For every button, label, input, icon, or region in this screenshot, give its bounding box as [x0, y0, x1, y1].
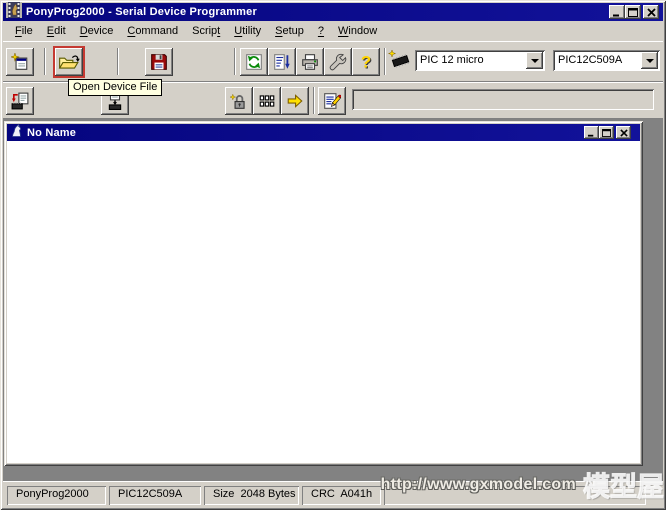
menu-label: F	[15, 25, 22, 37]
save-file-icon	[151, 54, 167, 70]
title-bar: PonyProg2000 - Serial Device Programmer	[3, 1, 663, 23]
reload-button[interactable]	[240, 48, 268, 76]
help-icon: ? ?	[361, 53, 372, 71]
toolbar-separator	[313, 87, 315, 114]
chevron-down-icon	[530, 58, 539, 67]
device-family-combo[interactable]: PIC 12 micro	[415, 50, 545, 71]
device-family-value: PIC 12 micro	[420, 54, 484, 66]
menu-label: U	[234, 25, 243, 37]
maximize-button[interactable]	[625, 5, 641, 19]
close-button[interactable]	[643, 5, 659, 19]
child-title-bar: No Name	[7, 123, 640, 143]
menu-file[interactable]: File	[8, 23, 40, 39]
status-device-name: PIC12C509A	[109, 486, 201, 505]
chevron-down-icon	[645, 58, 654, 67]
menu-device[interactable]: Device	[73, 23, 121, 39]
menu-label: t	[217, 25, 221, 37]
edit-script-icon	[324, 93, 341, 109]
status-filler	[384, 486, 646, 505]
minimize-button[interactable]	[609, 5, 625, 19]
menu-label: etup	[282, 25, 304, 37]
window-controls	[609, 5, 659, 19]
help-button[interactable]: ? ?	[352, 48, 380, 76]
menu-label: tility	[242, 25, 262, 37]
new-window-button[interactable]	[6, 48, 34, 76]
dip-switches-icon	[259, 95, 275, 107]
security-bits-button[interactable]	[225, 87, 253, 115]
read-device-button[interactable]	[6, 87, 34, 115]
menu-label: ile	[21, 25, 33, 37]
menu-label: D	[79, 25, 88, 37]
setup-button[interactable]	[324, 48, 352, 76]
status-bar: PonyProg2000 PIC12C509A Size 2048 Bytes …	[3, 481, 663, 507]
menu-label: E	[46, 25, 55, 37]
menu-help[interactable]: ?	[311, 23, 331, 39]
toolbar-separator	[117, 48, 119, 75]
child-minimize-button[interactable]	[584, 126, 599, 139]
menu-label: dit	[54, 25, 66, 37]
lock-icon	[230, 93, 245, 109]
print-button[interactable]	[296, 48, 324, 76]
child-maximize-button[interactable]	[599, 126, 614, 139]
reload-icon	[246, 54, 262, 70]
device-family-dropdown-button[interactable]	[526, 52, 543, 69]
menu-bar: File Edit Device Command Script Utility …	[3, 21, 663, 41]
child-window-controls	[584, 126, 631, 139]
svg-text:?: ?	[361, 53, 371, 71]
read-device-icon	[11, 92, 29, 110]
toolbar-separator	[234, 48, 236, 75]
status-app-name: PonyProg2000	[7, 486, 106, 505]
sort-list-icon	[274, 54, 290, 70]
toolbar-main: ? ? PIC 12 micro PIC12C509A	[3, 41, 663, 82]
ponyprog-window: PonyProg2000 - Serial Device Programmer …	[0, 0, 666, 510]
menu-label: evice	[87, 25, 114, 37]
menu-label: Scrip	[192, 25, 218, 37]
device-type-combo[interactable]: PIC12C509A	[553, 50, 660, 71]
program-all-button[interactable]	[281, 87, 309, 115]
progress-bar	[352, 89, 654, 110]
child-window-title: No Name	[27, 126, 77, 139]
child-close-button[interactable]	[616, 126, 631, 139]
programmer-chip-icon	[388, 50, 412, 70]
buffer-editor-area	[7, 141, 640, 463]
menu-label: ommand	[135, 25, 179, 37]
new-window-icon	[11, 53, 28, 70]
toolbar-separator	[44, 48, 46, 75]
menu-label: indow	[348, 25, 378, 37]
save-file-button[interactable]	[145, 48, 173, 76]
menu-utility[interactable]: Utility	[227, 23, 268, 39]
open-device-file-button[interactable]	[53, 46, 85, 78]
menu-script[interactable]: Script	[185, 23, 227, 39]
pony-icon	[9, 123, 24, 143]
device-type-value: PIC12C509A	[558, 54, 623, 66]
tooltip: Open Device File	[68, 79, 163, 96]
menu-edit[interactable]: Edit	[40, 23, 73, 39]
menu-window[interactable]: Window	[331, 23, 384, 39]
configuration-bits-button[interactable]	[253, 87, 281, 115]
menu-command[interactable]: Command	[120, 23, 185, 39]
open-file-icon	[58, 55, 80, 69]
arrow-right-icon	[287, 94, 303, 108]
menu-label: ?	[317, 25, 325, 37]
status-buffer-size: Size 2048 Bytes	[204, 486, 299, 505]
printer-icon	[302, 54, 318, 70]
wrench-icon	[329, 53, 347, 71]
app-icon	[6, 1, 22, 23]
sort-button[interactable]	[268, 48, 296, 76]
status-crc: CRC A041h	[302, 486, 381, 505]
window-title: PonyProg2000 - Serial Device Programmer	[26, 6, 257, 18]
child-window: No Name	[4, 121, 643, 466]
menu-setup[interactable]: Setup	[268, 23, 311, 39]
mdi-area: No Name	[3, 119, 663, 481]
edit-script-button[interactable]	[318, 87, 346, 115]
device-type-dropdown-button[interactable]	[641, 52, 658, 69]
menu-label: W	[338, 25, 349, 37]
toolbar-separator	[384, 48, 386, 75]
